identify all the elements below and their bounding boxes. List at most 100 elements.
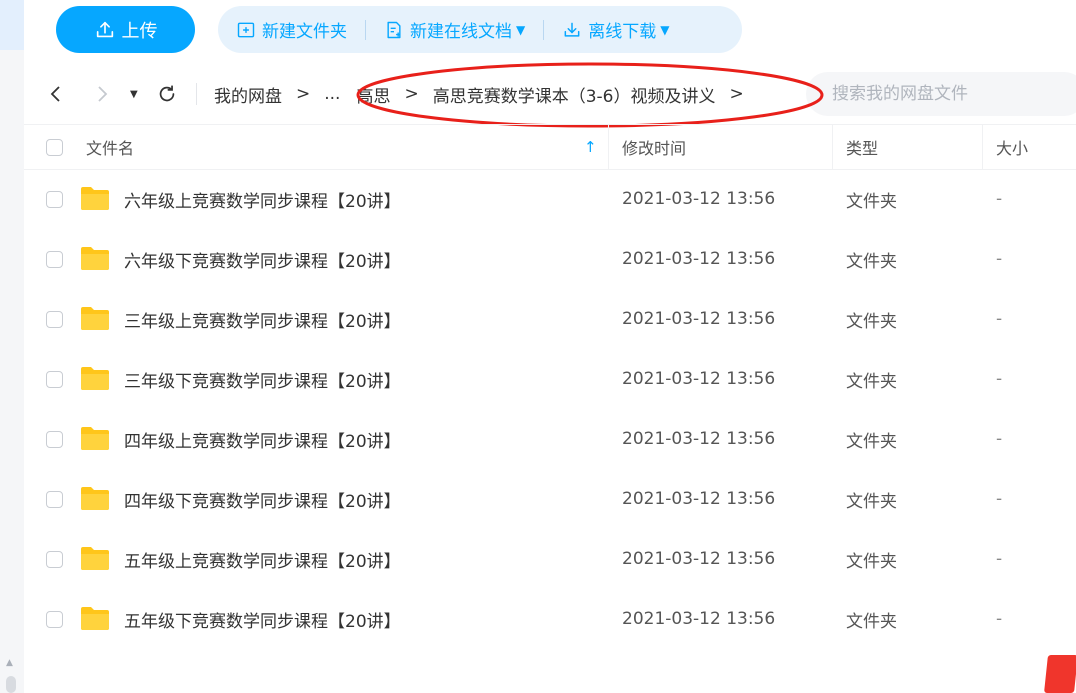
- sort-ascending-icon[interactable]: ↑: [584, 138, 597, 156]
- scrollbar-thumb[interactable]: [6, 676, 16, 693]
- file-size: -: [996, 309, 1003, 329]
- upload-button[interactable]: 上传: [56, 6, 195, 53]
- offline-download-button[interactable]: 离线下载 ▼: [562, 17, 669, 42]
- file-modified: 2021-03-12 13:56: [622, 309, 776, 329]
- column-header-type[interactable]: 类型: [846, 135, 878, 159]
- table-row[interactable]: 六年级上竞赛数学同步课程【20讲】 2021-03-12 13:56 文件夹 -: [24, 169, 1076, 229]
- file-name[interactable]: 六年级上竞赛数学同步课程【20讲】: [124, 187, 401, 212]
- file-size: -: [996, 429, 1003, 449]
- breadcrumb: 我的网盘 > ... 高思 > 高思竞赛数学课本（3-6）视频及讲义 >: [214, 82, 758, 107]
- folder-icon: [81, 427, 109, 450]
- file-size: -: [996, 189, 1003, 209]
- forward-icon: [98, 86, 108, 102]
- back-button[interactable]: [46, 84, 66, 104]
- file-name[interactable]: 四年级上竞赛数学同步课程【20讲】: [124, 427, 401, 452]
- file-name[interactable]: 六年级下竞赛数学同步课程【20讲】: [124, 247, 401, 272]
- new-doc-icon: [387, 21, 401, 38]
- upload-label: 上传: [121, 20, 158, 42]
- new-folder-label: 新建文件夹: [262, 22, 347, 42]
- table-row[interactable]: 三年级上竞赛数学同步课程【20讲】 2021-03-12 13:56 文件夹 -: [24, 289, 1076, 349]
- column-divider[interactable]: [832, 125, 833, 169]
- file-modified: 2021-03-12 13:56: [622, 609, 776, 629]
- file-type: 文件夹: [846, 251, 897, 272]
- breadcrumb-item-gaosi[interactable]: 高思: [356, 82, 390, 107]
- file-name[interactable]: 五年级上竞赛数学同步课程【20讲】: [124, 547, 401, 572]
- folder-icon: [81, 247, 109, 270]
- file-size: -: [996, 489, 1003, 509]
- folder-icon: [81, 187, 109, 210]
- folder-icon: [81, 607, 109, 630]
- row-checkbox[interactable]: [46, 370, 63, 388]
- new-doc-caret-icon: ▼: [516, 22, 526, 37]
- breadcrumb-item-root[interactable]: 我的网盘: [214, 82, 282, 107]
- file-type: 文件夹: [846, 431, 897, 452]
- new-online-doc-button[interactable]: 新建在线文档 ▼: [384, 17, 525, 42]
- table-row[interactable]: 四年级上竞赛数学同步课程【20讲】 2021-03-12 13:56 文件夹 -: [24, 409, 1076, 469]
- breadcrumb-separator: >: [404, 84, 419, 104]
- table-row[interactable]: 五年级上竞赛数学同步课程【20讲】 2021-03-12 13:56 文件夹 -: [24, 529, 1076, 589]
- row-checkbox[interactable]: [46, 430, 63, 448]
- nav-divider: [196, 83, 197, 105]
- column-divider[interactable]: [608, 125, 609, 169]
- file-list: 六年级上竞赛数学同步课程【20讲】 2021-03-12 13:56 文件夹 -…: [24, 169, 1076, 649]
- upload-icon: [96, 21, 113, 37]
- row-checkbox[interactable]: [46, 550, 63, 568]
- row-checkbox[interactable]: [46, 610, 63, 628]
- table-row[interactable]: 四年级下竞赛数学同步课程【20讲】 2021-03-12 13:56 文件夹 -: [24, 469, 1076, 529]
- column-header-size[interactable]: 大小: [996, 135, 1028, 159]
- file-type: 文件夹: [846, 371, 897, 392]
- table-row[interactable]: 三年级下竞赛数学同步课程【20讲】 2021-03-12 13:56 文件夹 -: [24, 349, 1076, 409]
- file-modified: 2021-03-12 13:56: [622, 249, 776, 269]
- breadcrumb-separator: >: [729, 84, 744, 104]
- refresh-button[interactable]: [156, 83, 178, 105]
- download-icon: [564, 22, 580, 37]
- offline-download-caret-icon: ▼: [660, 22, 670, 37]
- breadcrumb-item-ellipsis[interactable]: ...: [324, 84, 340, 104]
- new-folder-button[interactable]: 新建文件夹: [236, 17, 347, 42]
- file-type: 文件夹: [846, 191, 897, 212]
- file-modified: 2021-03-12 13:56: [622, 549, 776, 569]
- red-corner-fragment: [1044, 655, 1076, 693]
- table-row[interactable]: 六年级下竞赛数学同步课程【20讲】 2021-03-12 13:56 文件夹 -: [24, 229, 1076, 289]
- new-folder-icon: [237, 22, 255, 37]
- breadcrumb-item-current[interactable]: 高思竞赛数学课本（3-6）视频及讲义: [433, 82, 716, 107]
- forward-button[interactable]: [92, 84, 112, 104]
- toolbar-divider: [365, 19, 366, 40]
- file-size: -: [996, 249, 1003, 269]
- row-checkbox[interactable]: [46, 250, 63, 268]
- sidebar-active-item[interactable]: [0, 0, 24, 50]
- column-header-name[interactable]: 文件名: [86, 135, 134, 159]
- table-row[interactable]: 五年级下竞赛数学同步课程【20讲】 2021-03-12 13:56 文件夹 -: [24, 589, 1076, 649]
- row-checkbox[interactable]: [46, 190, 63, 208]
- scroll-up-arrow-icon[interactable]: ▲: [6, 658, 13, 668]
- left-sidebar-strip: ▲: [0, 0, 24, 693]
- column-divider[interactable]: [982, 125, 983, 169]
- folder-icon: [81, 487, 109, 510]
- breadcrumb-separator: >: [296, 84, 311, 104]
- file-type: 文件夹: [846, 311, 897, 332]
- breadcrumb-bar: ▼ 我的网盘 > ... 高思 > 高思竞赛数学课本（3-6）视频及讲义 >: [24, 66, 1076, 122]
- offline-download-label: 离线下载: [588, 22, 657, 42]
- select-all-checkbox[interactable]: [46, 138, 63, 156]
- history-dropdown-icon[interactable]: ▼: [130, 89, 138, 100]
- search-input[interactable]: [830, 83, 1074, 105]
- column-header-modified[interactable]: 修改时间: [622, 135, 686, 159]
- back-icon: [50, 86, 60, 102]
- file-name[interactable]: 三年级上竞赛数学同步课程【20讲】: [124, 307, 401, 332]
- toolbar-actions: 新建文件夹 新建在线文档 ▼ 离线下载 ▼: [218, 6, 742, 53]
- file-name[interactable]: 五年级下竞赛数学同步课程【20讲】: [124, 607, 401, 632]
- file-type: 文件夹: [846, 611, 897, 632]
- file-type: 文件夹: [846, 551, 897, 572]
- file-name[interactable]: 三年级下竞赛数学同步课程【20讲】: [124, 367, 401, 392]
- row-checkbox[interactable]: [46, 490, 63, 508]
- file-modified: 2021-03-12 13:56: [622, 189, 776, 209]
- file-name[interactable]: 四年级下竞赛数学同步课程【20讲】: [124, 487, 401, 512]
- file-size: -: [996, 369, 1003, 389]
- file-size: -: [996, 609, 1003, 629]
- file-modified: 2021-03-12 13:56: [622, 489, 776, 509]
- search-box[interactable]: [806, 72, 1076, 116]
- file-size: -: [996, 549, 1003, 569]
- row-checkbox[interactable]: [46, 310, 63, 328]
- new-doc-label: 新建在线文档: [410, 22, 512, 42]
- file-type: 文件夹: [846, 491, 897, 512]
